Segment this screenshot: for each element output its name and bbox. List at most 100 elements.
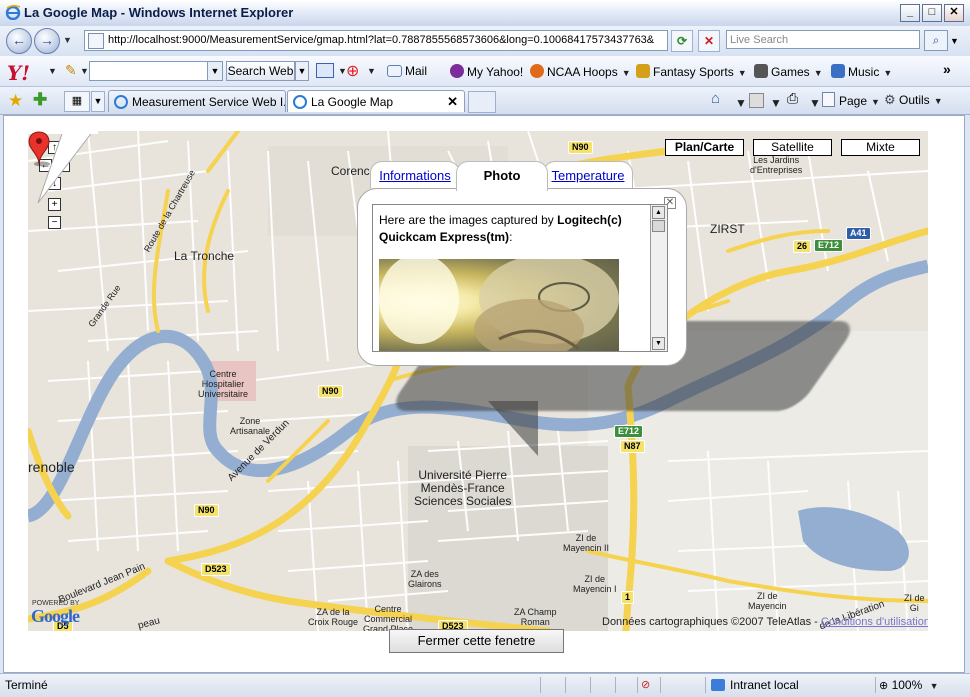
photo-caption: Here are the images captured by Logitech… (379, 213, 622, 244)
map-type-mixte[interactable]: Mixte (841, 139, 920, 156)
close-window-page-button[interactable]: Fermer cette fenetre (389, 629, 564, 653)
forward-button[interactable]: → (34, 28, 60, 54)
search-web-dropdown-icon[interactable]: ▼ (295, 61, 309, 81)
map-label-grenoble: renoble (28, 459, 75, 475)
history-dropdown-icon[interactable]: ▼ (63, 35, 72, 45)
tools-menu[interactable]: ⚙ Outils ▼ (884, 92, 943, 108)
yahoo-search-input[interactable] (89, 61, 209, 81)
page-icon (822, 92, 835, 107)
scroll-thumb[interactable] (652, 220, 665, 232)
feeds-dropdown-icon[interactable]: ▼ (770, 96, 782, 110)
search-dropdown-icon[interactable]: ▼ (950, 36, 959, 46)
pencil-dropdown-icon[interactable]: ▼ (80, 66, 89, 76)
map-label-la-tronche: La Tronche (174, 249, 235, 263)
games-dropdown-icon[interactable]: ▼ (814, 68, 823, 78)
tabs-bar: ★ ✚ ▦ ▼ Measurement Service Web I... La … (0, 87, 970, 115)
google-logo[interactable]: Google (31, 606, 80, 627)
tab-la-google-map[interactable]: La Google Map ✕ (287, 90, 465, 112)
music-dropdown-icon[interactable]: ▼ (883, 68, 892, 78)
ncaa-dropdown-icon[interactable]: ▼ (622, 68, 631, 78)
print-dropdown-icon[interactable]: ▼ (809, 96, 821, 110)
stop-icon[interactable]: ✕ (698, 30, 720, 52)
toolbar-ncaa-hoops[interactable]: NCAA Hoops ▼ (530, 64, 631, 79)
info-tab-temperature[interactable]: Temperature (543, 161, 633, 188)
url-input[interactable]: http://localhost:9000/MeasurementService… (84, 30, 668, 51)
layout-icon[interactable] (316, 63, 334, 78)
target-icon[interactable]: ⊕ (346, 61, 359, 81)
gear-icon: ⚙ (884, 92, 896, 107)
shield-n90-top: N90 (568, 141, 593, 154)
home-icon[interactable]: ⌂ (711, 90, 720, 107)
ie-tab-icon (293, 95, 307, 109)
info-window-shadow-tail (488, 401, 538, 456)
popup-blocked-icon[interactable]: ⊘ (641, 678, 650, 691)
tools-dropdown-icon: ▼ (933, 96, 943, 106)
yahoo-search-history-icon[interactable]: ▼ (207, 61, 223, 81)
fantasy-dropdown-icon[interactable]: ▼ (738, 68, 747, 78)
feeds-icon[interactable] (749, 93, 764, 108)
yahoo-dropdown-icon[interactable]: ▼ (48, 66, 57, 76)
zoom-level[interactable]: ⊕ 100% ▼ (879, 678, 939, 692)
info-tab-informations[interactable]: Informations (370, 161, 460, 188)
map-label-za-glairons: ZA des Glairons (408, 569, 442, 589)
toolbar-fantasy-sports[interactable]: Fantasy Sports ▼ (636, 64, 747, 79)
search-web-button[interactable]: Search Web (226, 61, 295, 81)
toolbar-mail[interactable]: Mail (387, 64, 427, 78)
print-icon[interactable]: ⎙ (787, 90, 798, 107)
url-text: http://localhost:9000/MeasurementService… (108, 34, 655, 46)
zoom-out-button[interactable]: − (48, 216, 61, 229)
scroll-up-icon[interactable]: ▲ (652, 206, 665, 219)
toolbar-games[interactable]: Games ▼ (754, 64, 823, 79)
close-window-button[interactable]: ✕ (944, 4, 964, 22)
maximize-button[interactable]: □ (922, 4, 942, 22)
shield-d523-left: D523 (201, 563, 231, 576)
shield-n90-mid: N90 (318, 385, 343, 398)
add-favorite-icon[interactable]: ✚ (33, 90, 47, 110)
map-label-universite: Université Pierre Mendès-France Sciences… (414, 468, 512, 508)
search-icon[interactable]: ⌕ (924, 30, 948, 51)
map-type-plan[interactable]: Plan/Carte (665, 139, 744, 156)
info-tab-photo[interactable]: Photo (456, 161, 548, 191)
yahoo-toolbar: Y! ▼ ✎ ▼ ▼ Search Web ▼ ▼ ⊕ ▼ Mail My Ya… (0, 56, 970, 87)
zoom-icon: ⊕ (879, 680, 889, 692)
intranet-icon (711, 679, 725, 691)
home-dropdown-icon[interactable]: ▼ (735, 96, 747, 110)
security-zone[interactable]: Intranet local (711, 678, 799, 692)
favorites-star-icon[interactable]: ★ (8, 91, 23, 111)
scroll-down-icon[interactable]: ▼ (652, 337, 665, 350)
title-bar[interactable]: La Google Map - Windows Internet Explore… (0, 0, 970, 27)
info-window-body: Here are the images captured by Logitech… (372, 204, 668, 352)
google-map[interactable]: Corenc La Tronche ZIRST Les Jardins d'En… (28, 131, 928, 631)
minimize-button[interactable]: _ (900, 4, 920, 22)
page-menu[interactable]: Page ▼ (822, 92, 880, 108)
tab-measurement-service[interactable]: Measurement Service Web I... (108, 90, 286, 112)
ie-tab-icon (114, 95, 128, 109)
refresh-icon[interactable]: ⟳ (671, 30, 693, 52)
map-label-za-croix-rouge: ZA de la Croix Rouge (308, 607, 359, 627)
live-search-input[interactable]: Live Search (726, 30, 920, 49)
map-type-satellite[interactable]: Satellite (753, 139, 832, 156)
map-copyright: Données cartographiques ©2007 TeleAtlas … (602, 616, 928, 628)
pencil-icon[interactable]: ✎ (65, 62, 77, 79)
quick-tabs-icon[interactable]: ▦ (64, 91, 90, 112)
zoom-dropdown-icon: ▼ (929, 681, 939, 691)
target-dropdown-icon[interactable]: ▼ (367, 66, 376, 76)
terms-link[interactable]: Conditions d'utilisation (821, 616, 928, 628)
shield-26: 26 (793, 240, 812, 253)
status-text: Terminé (5, 678, 48, 692)
back-button[interactable]: ← (6, 28, 32, 54)
close-tab-icon[interactable]: ✕ (447, 91, 458, 112)
new-tab-button[interactable] (468, 91, 496, 113)
music-icon (831, 64, 845, 78)
toolbar-my-yahoo[interactable]: My Yahoo! (450, 64, 523, 79)
tab-list-dropdown-icon[interactable]: ▼ (91, 91, 105, 112)
toolbar-music[interactable]: Music ▼ (831, 64, 892, 79)
map-marker-icon[interactable] (28, 131, 50, 167)
shield-n90-low: N90 (194, 504, 219, 517)
toolbar-overflow-icon[interactable]: » (943, 61, 951, 77)
map-label-centre-commercial: Centre Commercial Grand Place (363, 604, 414, 631)
map-label-zi-gi: ZI de Gi (904, 593, 925, 613)
yahoo-logo[interactable]: Y! (7, 61, 30, 85)
page-content: Corenc La Tronche ZIRST Les Jardins d'En… (3, 115, 965, 673)
info-window-scrollbar[interactable]: ▲ ▼ (650, 205, 667, 351)
